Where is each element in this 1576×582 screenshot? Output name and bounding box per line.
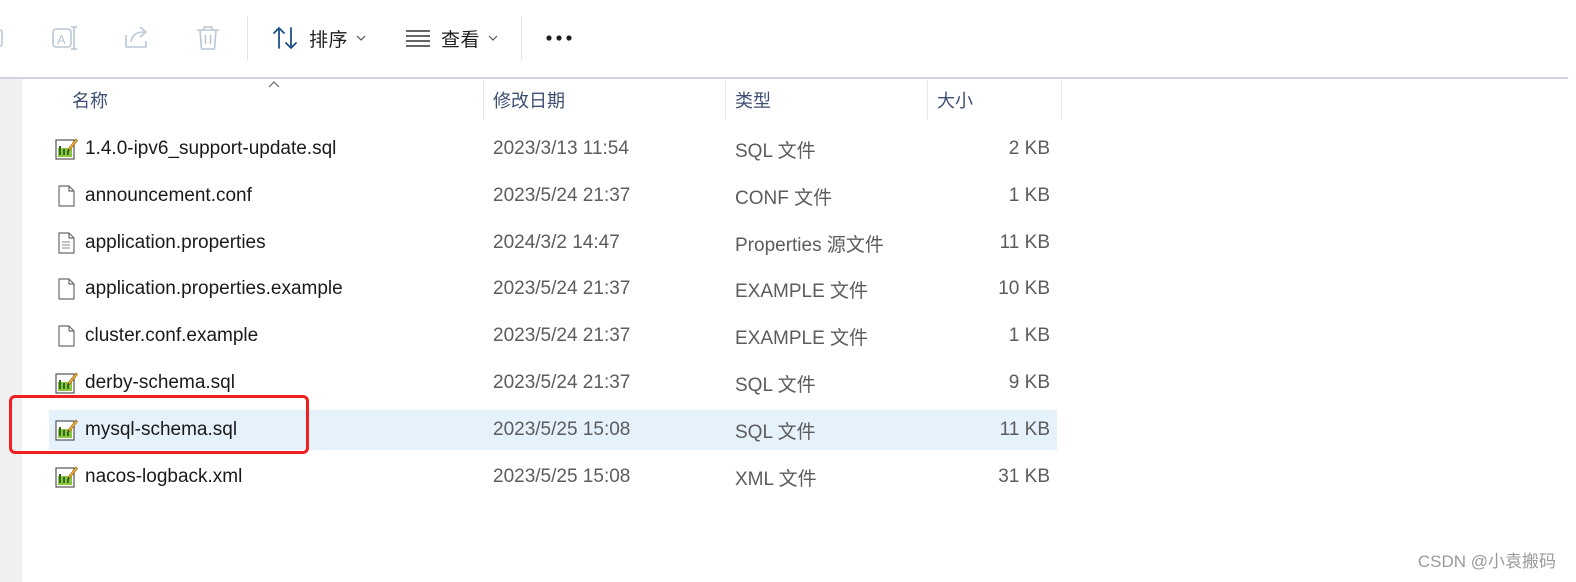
file-type: CONF 文件	[735, 187, 833, 209]
blank-file-icon	[54, 277, 78, 301]
toolbar-divider	[0, 77, 1568, 79]
chevron-down-icon	[356, 35, 366, 41]
toolbar-separator	[247, 16, 248, 60]
file-size: 2 KB	[1008, 138, 1050, 159]
file-row[interactable]: application.properties 2024/3/2 14:47 Prop…	[49, 223, 1057, 263]
file-type: EXAMPLE 文件	[735, 327, 869, 349]
column-header-type[interactable]: 类型	[735, 79, 771, 121]
column-divider[interactable]	[725, 80, 726, 120]
text-file-icon	[54, 231, 78, 255]
share-icon[interactable]	[122, 22, 152, 54]
command-bar: A 排序 查看	[0, 0, 1576, 79]
column-divider[interactable]	[1061, 80, 1062, 120]
file-type: EXAMPLE 文件	[735, 280, 869, 302]
file-name: application.properties.example	[85, 278, 343, 299]
svg-text:A: A	[57, 32, 66, 47]
column-header-date[interactable]: 修改日期	[493, 79, 565, 121]
file-size: 11 KB	[999, 232, 1050, 253]
column-header-date-label: 修改日期	[493, 91, 565, 111]
navigation-pane-edge	[0, 79, 22, 582]
sql-file-icon	[54, 465, 78, 489]
annotation-highlight-box	[9, 395, 309, 454]
file-row[interactable]: 1.4.0-ipv6_support-update.sql 2023/3/13 1…	[49, 129, 1057, 169]
file-size: 1 KB	[1008, 185, 1050, 206]
file-name: nacos-logback.xml	[85, 466, 243, 487]
file-modified-date: 2023/3/13 11:54	[493, 138, 629, 159]
column-header-type-label: 类型	[735, 91, 771, 111]
file-name: announcement.conf	[85, 185, 252, 206]
chevron-down-icon	[488, 35, 498, 41]
file-type: XML 文件	[735, 468, 817, 490]
file-modified-date: 2023/5/24 21:37	[493, 372, 631, 393]
watermark: CSDN @小袁搬码	[1417, 552, 1556, 571]
file-row[interactable]: cluster.conf.example 2023/5/24 21:37 EXAMP…	[49, 316, 1057, 356]
file-row[interactable]: announcement.conf 2023/5/24 21:37 CONF 文件 1…	[49, 176, 1057, 216]
view-label: 查看	[441, 29, 481, 51]
file-name: 1.4.0-ipv6_support-update.sql	[85, 138, 337, 159]
file-type: SQL 文件	[735, 140, 816, 162]
file-type: SQL 文件	[735, 374, 816, 396]
file-name: cluster.conf.example	[85, 325, 259, 346]
file-size: 9 KB	[1008, 372, 1050, 393]
column-header-size[interactable]: 大小	[937, 79, 973, 121]
file-modified-date: 2023/5/24 21:37	[493, 185, 631, 206]
column-divider[interactable]	[483, 80, 484, 120]
blank-file-icon	[54, 184, 78, 208]
file-name: application.properties	[85, 232, 266, 253]
file-row[interactable]: nacos-logback.xml 2023/5/25 15:08 XML 文件 31…	[49, 457, 1057, 497]
sql-file-icon	[54, 137, 78, 161]
sort-indicator-icon	[268, 81, 280, 88]
blank-file-icon	[54, 324, 78, 348]
column-header-name-label: 名称	[72, 91, 108, 111]
file-modified-date: 2023/5/24 21:37	[493, 278, 631, 299]
more-options-button[interactable]	[545, 22, 573, 54]
sort-label: 排序	[309, 29, 349, 51]
partial-icon[interactable]	[0, 22, 8, 54]
file-size: 10 KB	[998, 278, 1050, 299]
file-size: 31 KB	[998, 466, 1050, 487]
file-size: 1 KB	[1008, 325, 1050, 346]
file-type: SQL 文件	[735, 421, 816, 443]
sort-icon	[273, 27, 297, 49]
sort-button[interactable]: 排序	[271, 22, 366, 54]
more-icon	[546, 35, 572, 41]
rename-icon[interactable]: A	[50, 22, 80, 54]
column-divider[interactable]	[927, 80, 928, 120]
file-size: 11 KB	[999, 419, 1050, 440]
file-modified-date: 2023/5/24 21:37	[493, 325, 631, 346]
file-row[interactable]: application.properties.example 2023/5/24 …	[49, 269, 1057, 309]
column-header-size-label: 大小	[937, 91, 973, 111]
view-button[interactable]: 查看	[405, 22, 498, 54]
list-view-icon	[406, 30, 430, 47]
file-modified-date: 2023/5/25 15:08	[493, 466, 631, 487]
toolbar-separator	[521, 16, 522, 60]
trash-icon[interactable]	[194, 22, 222, 54]
column-header-name[interactable]: 名称	[72, 79, 108, 121]
file-modified-date: 2023/5/25 15:08	[493, 419, 631, 440]
file-modified-date: 2024/3/2 14:47	[493, 232, 620, 253]
file-type: Properties 源文件	[735, 234, 884, 256]
sql-file-icon	[54, 371, 78, 395]
